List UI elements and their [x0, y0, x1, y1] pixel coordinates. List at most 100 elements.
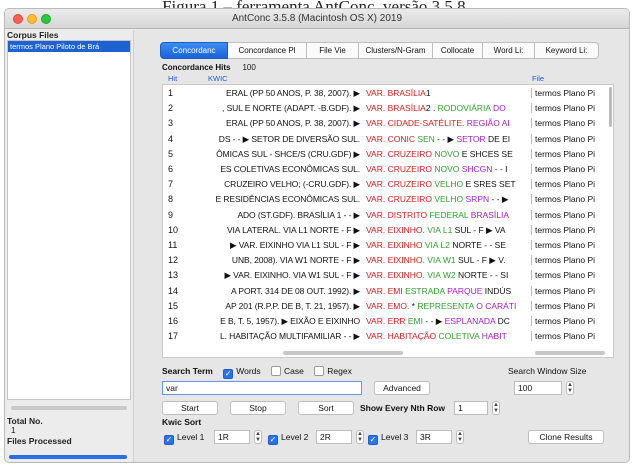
table-row[interactable]: 2 , SUL E NORTE (ADAPT. -B.GDF). ▶ VAR. BR… — [163, 103, 613, 119]
search-window-size-input[interactable]: 100 — [514, 381, 562, 395]
hit-number: 7 — [168, 179, 174, 190]
tab-concordance-plot[interactable]: Concordance Pl — [228, 42, 307, 59]
level-3-select[interactable]: 3R — [416, 430, 452, 444]
kwic-left-context: ERAL (PP 50 ANOS, P. 38, 2007). ▶ — [205, 88, 360, 99]
kwic-token: 1 — [425, 88, 431, 98]
corpus-file-list[interactable]: termos Plano Piloto de Brá — [7, 40, 131, 400]
stop-button[interactable]: Stop — [230, 401, 286, 415]
tool-tabs: Concordanc Concordance Pl File Vie Clust… — [160, 42, 599, 59]
case-checkbox[interactable] — [271, 366, 282, 376]
tab-clusters[interactable]: Clusters/N-Gram — [359, 42, 433, 59]
tab-word-list[interactable]: Word Li: — [483, 42, 535, 59]
table-row[interactable]: 17 L. HABITAÇÃO MULTIFAMILIAR - - ▶ VAR. H… — [163, 331, 613, 347]
file-horizontal-scrollbar[interactable] — [535, 351, 605, 355]
tab-collocates[interactable]: Collocate — [433, 42, 483, 59]
kwic-right-context: VAR. EIXINHO. VIA W1 SUL - F ▶ V. — [366, 255, 526, 266]
table-row[interactable]: 16 E B, T. 5, 1957). ▶ EIXÃO E EIXINHO VAR… — [163, 316, 613, 332]
kwic-token: VAR. — [366, 285, 388, 296]
kwic-token: AI — [501, 118, 510, 129]
kwic-token: EMI — [405, 316, 424, 326]
advanced-button[interactable]: Advanced — [374, 381, 430, 395]
concordance-results[interactable]: 1 ERAL (PP 50 ANOS, P. 38, 2007). ▶ VAR. B… — [162, 84, 614, 358]
kwic-token: VELHO — [431, 194, 464, 205]
kwic-horizontal-scrollbar[interactable] — [283, 351, 403, 355]
table-row[interactable]: 11 ▶ VAR. EIXINHO VIA L1 SUL - F ▶ VAR. EI… — [163, 240, 613, 256]
concordance-hits: Concordance Hits 100 — [162, 63, 256, 72]
sort-button[interactable]: Sort — [298, 401, 354, 415]
table-row[interactable]: 7 CRUZEIRO VELHO; (-CRU.GDF). ▶ VAR. CRUZE… — [163, 179, 613, 195]
kwic-token: DO — [490, 103, 506, 114]
kwic-left-text: ES COLETIVAS ECONÔMICAS SUL. — [220, 164, 360, 174]
kwic-token: REPRESENTA — [417, 300, 474, 311]
search-input[interactable]: var — [162, 381, 362, 395]
table-row[interactable]: 4 DS - - ▶ SETOR DE DIVERSÃO SUL. VAR. CON… — [163, 133, 613, 150]
kwic-left-text: A PORT. 314 DE 08 OUT. 1992). ▶ — [231, 285, 360, 296]
level-1-checkbox[interactable]: ✓ — [164, 435, 174, 445]
kwic-token: VAR. — [366, 118, 388, 129]
level-3-stepper[interactable]: ▲ ▼ — [456, 430, 464, 444]
regex-checkbox[interactable] — [314, 366, 325, 376]
table-row[interactable]: 1 ERAL (PP 50 ANOS, P. 38, 2007). ▶ VAR. B… — [163, 88, 613, 104]
table-row[interactable]: 15 AP 201 (R.P.P. DE B, T. 21, 1957). ▶ VA… — [163, 300, 613, 317]
every-nth-row-stepper[interactable]: ▲ ▼ — [492, 401, 500, 415]
kwic-token: VAR. — [366, 194, 388, 205]
table-row[interactable]: 12 UNB, 2008). VIA W1 NORTE - F ▶ VAR. EIX… — [163, 255, 613, 271]
tab-file-view[interactable]: File Vie — [307, 42, 359, 59]
kwic-left-context: ES COLETIVAS ECONÔMICAS SUL. — [205, 164, 360, 174]
case-label: Case — [284, 366, 304, 376]
kwic-token: E SRES SET — [463, 179, 516, 190]
total-no-label: Total No. — [7, 416, 43, 426]
table-row[interactable]: 3 ERAL (PP 50 ANOS, P. 38, 2007). ▶ VAR. C… — [163, 118, 613, 134]
main-pane: Concordanc Concordance Pl File Vie Clust… — [133, 30, 629, 462]
window-size-stepper[interactable]: ▲ ▼ — [566, 381, 574, 395]
level-2-checkbox[interactable]: ✓ — [268, 435, 278, 445]
kwic-token: CRUZEIRO — [387, 194, 432, 205]
table-row[interactable]: 9 ADO (ST.GDF). BRASÍLIA 1 - - ▶ VAR. DIST… — [163, 209, 613, 226]
kwic-left-text: E RESIDÊNCIAS ECONÔMICAS SUL. — [215, 194, 360, 205]
words-checkbox[interactable]: ✓ — [223, 369, 234, 379]
column-file[interactable]: File — [532, 74, 544, 83]
table-row[interactable]: 8 E RESIDÊNCIAS ECONÔMICAS SUL. VAR. CRUZE… — [163, 194, 613, 210]
table-row[interactable]: 14 A PORT. 314 DE 08 OUT. 1992). ▶ VAR. EM… — [163, 285, 613, 302]
corpus-list-scrollbar[interactable] — [11, 406, 127, 410]
clone-results-button[interactable]: Clone Results — [528, 430, 604, 444]
hit-number: 13 — [168, 270, 179, 281]
sort-level-3: ✓ Level 3 — [360, 432, 408, 445]
kwic-right-context: VAR. BRASÍLIA1 — [366, 88, 526, 98]
column-kwic[interactable]: KWIC — [208, 74, 228, 83]
table-row[interactable]: 6 ES COLETIVAS ECONÔMICAS SUL. VAR. CRUZEI… — [163, 164, 613, 180]
every-nth-row-label: Show Every Nth Row — [360, 403, 446, 413]
corpus-files-label: Corpus Files — [7, 30, 59, 40]
results-vertical-scrollbar[interactable] — [609, 87, 612, 127]
kwic-token: CONIC — [387, 133, 415, 144]
kwic-left-text: E B, T. 5, 1957). ▶ EIXÃO E EIXINHO — [220, 316, 360, 326]
table-row[interactable]: 13 ▶ VAR. EIXINHO. VIA W1 SUL - F ▶ VAR. E… — [163, 270, 613, 286]
start-button[interactable]: Start — [162, 401, 218, 415]
file-name: termos Plano Pi — [531, 103, 609, 114]
hit-number: 8 — [168, 194, 174, 205]
kwic-token: BRASÍLIA — [468, 209, 509, 220]
kwic-token: CRUZEIRO — [387, 164, 432, 174]
kwic-left-context: ▶ VAR. EIXINHO. VIA W1 SUL - F ▶ — [205, 270, 360, 281]
kwic-token: BRASÍLIA — [387, 103, 426, 114]
level-3-checkbox[interactable]: ✓ — [368, 435, 378, 445]
file-name: termos Plano Pi — [531, 316, 609, 326]
sort-level-1: ✓ Level 1 — [156, 432, 204, 445]
regex-label: Regex — [327, 366, 352, 376]
column-hit[interactable]: Hit — [168, 74, 177, 83]
every-nth-row-input[interactable]: 1 — [454, 401, 488, 415]
table-row[interactable]: 5 ÔMICAS SUL - SHCE/S (CRU.GDF) ▶ VAR. CRU… — [163, 148, 613, 165]
kwic-token: INDÚS — [484, 285, 512, 296]
file-name: termos Plano Pi — [531, 270, 609, 281]
kwic-token: VAR. — [366, 270, 388, 281]
kwic-right-context: VAR. CRUZEIRO NOVO SHCGN - - I — [366, 164, 526, 174]
tab-keyword-list[interactable]: Keyword Li: — [535, 42, 599, 59]
level-1-select[interactable]: 1R — [214, 430, 250, 444]
corpus-file-item[interactable]: termos Plano Piloto de Brá — [8, 41, 130, 52]
kwic-token: EMI — [387, 285, 403, 296]
level-2-select[interactable]: 2R — [316, 430, 352, 444]
hit-number: 4 — [168, 133, 174, 144]
tab-concordance[interactable]: Concordanc — [160, 42, 228, 59]
table-row[interactable]: 10 VIA LATERAL. VIA L1 NORTE - F ▶ VAR. EI… — [163, 224, 613, 241]
search-options: Search Term ✓ Words Case Regex — [162, 366, 352, 379]
